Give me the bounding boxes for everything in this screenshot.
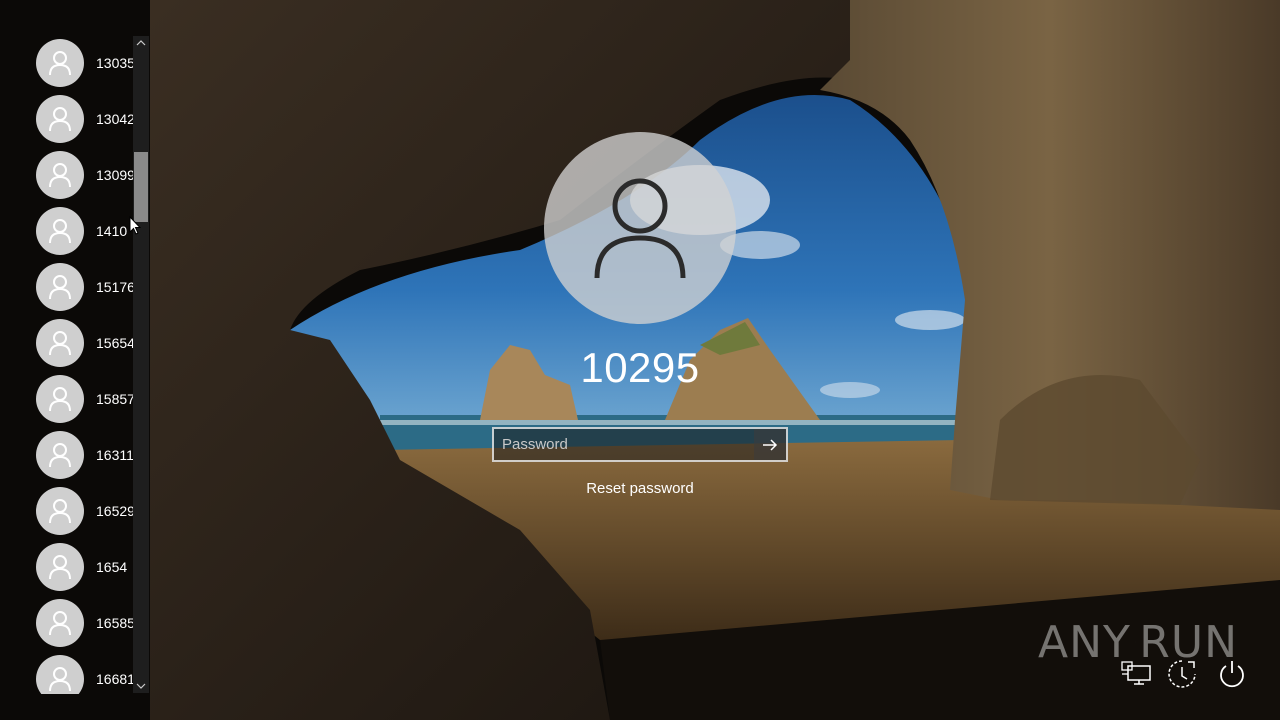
power-button[interactable] <box>1214 656 1250 692</box>
user-avatar-icon <box>36 151 84 199</box>
user-avatar-icon <box>36 263 84 311</box>
user-list-item[interactable]: 16681 <box>36 654 146 694</box>
user-name: 16585 <box>96 615 134 631</box>
user-avatar-icon <box>36 543 84 591</box>
user-avatar-icon <box>36 39 84 87</box>
user-name: 15176 <box>96 279 134 295</box>
user-list-item[interactable]: 16311 <box>36 430 146 480</box>
user-name: 1654 <box>96 559 128 575</box>
watermark-text-left: ANY <box>1038 616 1131 668</box>
user-list: 13035 13042 13099 1410 15176 15654 15857… <box>0 32 150 694</box>
ease-of-access-button[interactable] <box>1164 656 1200 692</box>
user-list-item[interactable]: 16529 <box>36 486 146 536</box>
user-list-item[interactable]: 15857 <box>36 374 146 424</box>
user-name: 16681 <box>96 671 134 687</box>
password-field[interactable] <box>492 427 788 462</box>
network-icon <box>1121 661 1151 685</box>
user-name: 15654 <box>96 335 134 351</box>
user-name: 16311 <box>96 447 134 463</box>
user-silhouette-icon <box>594 178 686 279</box>
user-avatar-icon <box>36 487 84 535</box>
user-name: 13042 <box>96 111 134 127</box>
user-avatar-icon <box>36 95 84 143</box>
submit-button[interactable] <box>754 429 786 460</box>
chevron-up-icon <box>136 40 146 46</box>
user-avatar-icon <box>36 655 84 694</box>
user-avatar-icon <box>36 319 84 367</box>
user-name: 16529 <box>96 503 134 519</box>
mouse-cursor-icon <box>129 215 142 241</box>
power-icon <box>1220 661 1244 688</box>
reset-password-link[interactable]: Reset password <box>540 480 740 497</box>
user-list-item[interactable]: 16585 <box>36 598 146 648</box>
scroll-down-button[interactable] <box>133 679 149 693</box>
ease-of-access-icon <box>1168 660 1196 688</box>
system-tray <box>1118 656 1268 696</box>
user-avatar-icon <box>36 207 84 255</box>
scroll-thumb[interactable] <box>134 152 148 222</box>
user-list-item[interactable]: 1654 <box>36 542 146 592</box>
scroll-up-button[interactable] <box>133 36 149 50</box>
user-name: 13099 <box>96 167 134 183</box>
user-list-item[interactable]: 15176 <box>36 262 146 312</box>
chevron-down-icon <box>136 683 146 689</box>
user-list-item[interactable]: 13035 <box>36 38 146 88</box>
user-list-scrollbar[interactable] <box>133 36 149 693</box>
network-button[interactable] <box>1118 656 1154 692</box>
user-avatar-icon <box>36 431 84 479</box>
user-list-item[interactable]: 15654 <box>36 318 146 368</box>
password-input[interactable] <box>494 429 754 460</box>
user-list-item[interactable]: 13042 <box>36 94 146 144</box>
user-avatar-icon <box>36 599 84 647</box>
user-list-item[interactable]: 13099 <box>36 150 146 200</box>
user-name: 13035 <box>96 55 134 71</box>
arrow-right-icon <box>763 438 778 451</box>
username-label: 10295 <box>580 344 700 391</box>
user-name: 15857 <box>96 391 134 407</box>
user-avatar-icon <box>36 375 84 423</box>
user-avatar-large <box>544 132 736 324</box>
